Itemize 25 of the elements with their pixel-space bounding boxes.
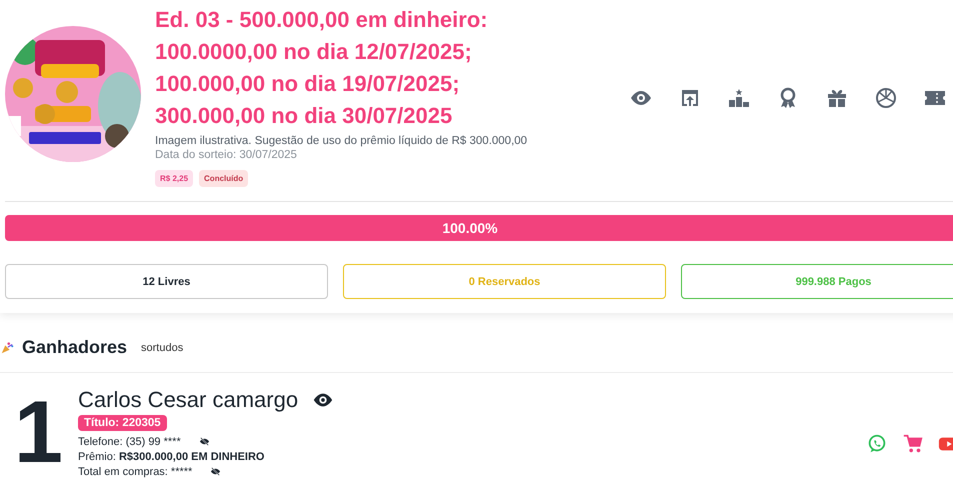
winner-position: 1 [14,395,64,469]
winner-phone: Telefone: (35) 99 **** [78,436,181,448]
stat-card: 12 Livres [5,264,328,299]
stat-card: 999.988 Pagos [681,264,953,299]
section-title: Ganhadores [22,337,128,358]
winner-name: Carlos Cesar camargo [78,387,298,413]
raffle-title-line: Ed. 03 - 500.000,00 em dinheiro: [155,6,489,34]
eye-off-icon[interactable] [198,436,210,447]
section-subtitle: sortudos [141,342,184,354]
raffle-title-line: 100.000,00 no dia 19/07/2025; [155,70,461,98]
winner-prize: Prêmio: R$300.000,00 EM DINHEIRO [78,450,264,462]
price-tag: R$ 2,25 [155,170,194,187]
image-note: Imagem ilustrativa. Sugestão de uso do prêmio líquido de R$ 300.000,00 [155,135,528,147]
cart-icon[interactable] [902,433,924,455]
winner-total: Total em compras: ***** [78,466,192,478]
wheel-icon[interactable] [874,86,898,110]
status-tag: Concluído [199,170,248,187]
raffle-title-line: 100.0000,00 no dia 12/07/2025; [155,38,473,66]
progress-label: 100.00% [442,220,498,236]
ticket-badge: Título: 220305 [78,415,167,431]
raffle-title-line: 300.000,00 no dia 30/07/2025 [155,102,454,130]
draw-date: Data do sorteio: 30/07/2025 [155,149,298,161]
eye-off-icon[interactable] [210,466,222,477]
stat-card: 0 Reservados [343,264,666,299]
confetti-icon [0,340,14,354]
